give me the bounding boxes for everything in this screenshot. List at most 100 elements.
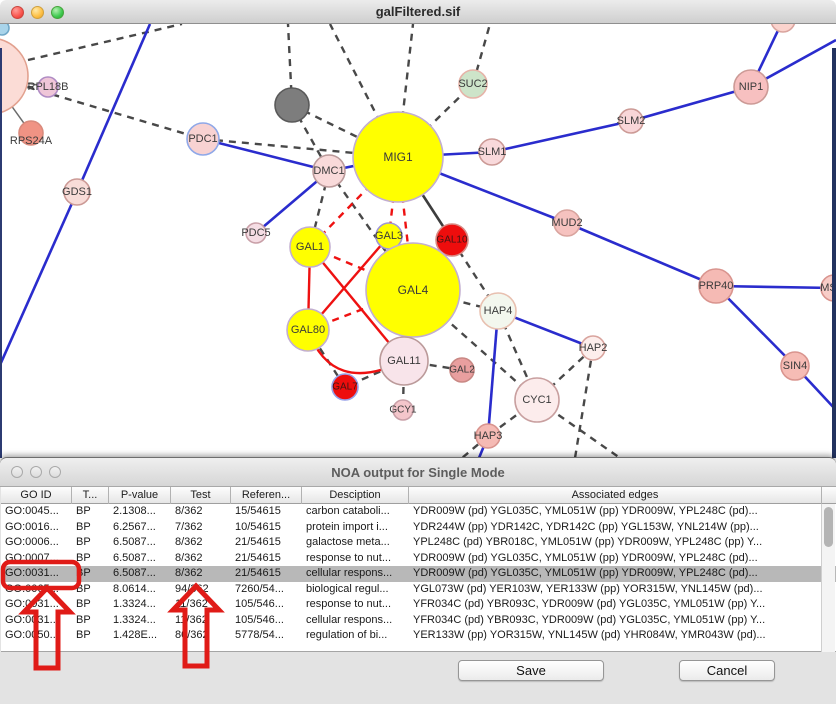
table-row[interactable]: GO:0031...BP1.3324...11/362105/546...cel… <box>1 613 836 629</box>
node-label-gal3: GAL3 <box>375 230 403 242</box>
edge-HAP2-x[interactable] <box>575 348 593 458</box>
node-label-gal4: GAL4 <box>398 283 429 297</box>
column-header-6[interactable]: Associated edges <box>409 487 822 504</box>
cell-5: cellular respons... <box>302 613 409 629</box>
noa-window-titlebar[interactable]: NOA output for Single Mode <box>0 458 836 487</box>
screen: galFiltered.sif RPL18BRPS24AGDS1PDC1MIG1… <box>0 0 836 704</box>
node-label-dmc1: DMC1 <box>313 165 344 177</box>
cell-0: GO:0065... <box>1 582 72 598</box>
cell-0: GO:0031... <box>1 613 72 629</box>
cell-5: protein import i... <box>302 520 409 536</box>
network-right-border <box>832 48 836 458</box>
cell-5: cellular respons... <box>302 566 409 582</box>
node-label-rpl18b: RPL18B <box>28 81 69 93</box>
cancel-button[interactable]: Cancel <box>679 660 775 681</box>
table-row[interactable]: GO:0016...BP6.2567...7/36210/54615protei… <box>1 520 836 536</box>
node-label-slm1: SLM1 <box>478 146 507 158</box>
network-window-title: galFiltered.sif <box>0 0 836 24</box>
column-header-4[interactable]: Referen... <box>231 487 302 504</box>
node-toppink[interactable] <box>771 24 795 32</box>
cell-3: 8/362 <box>171 504 231 520</box>
cell-5: galactose meta... <box>302 535 409 551</box>
edge-PDC1-DMC1[interactable] <box>203 139 329 171</box>
table-row[interactable]: GO:0050...BP1.428E...80/3625778/54...reg… <box>1 628 836 644</box>
save-button[interactable]: Save <box>458 660 604 681</box>
cell-4: 21/54615 <box>231 535 302 551</box>
cell-1: BP <box>72 613 109 629</box>
cell-0: GO:0006... <box>1 535 72 551</box>
noa-window-title: NOA output for Single Mode <box>0 458 836 487</box>
table-row[interactable]: GO:0045...BP2.1308...8/36215/54615carbon… <box>1 504 836 520</box>
table-row[interactable]: GO:0006...BP6.5087...8/36221/54615galact… <box>1 535 836 551</box>
cell-3: 8/362 <box>171 535 231 551</box>
cell-2: 6.2567... <box>109 520 171 536</box>
cell-4: 105/546... <box>231 613 302 629</box>
column-header-1[interactable]: T... <box>72 487 109 504</box>
node-gray[interactable] <box>275 88 309 122</box>
cell-2: 1.3324... <box>109 613 171 629</box>
cell-6: YDR009W (pd) YGL035C, YML051W (pp) YDR00… <box>409 566 822 582</box>
cell-3: 11/362 <box>171 597 231 613</box>
cell-4: 7260/54... <box>231 582 302 598</box>
table-row[interactable]: GO:0065...BP8.0614...94/3627260/54...bio… <box>1 582 836 598</box>
cell-6: YPL248C (pd) YBR018C, YML051W (pp) YDR00… <box>409 535 822 551</box>
node-label-gds1: GDS1 <box>62 186 92 198</box>
node-label-mud2: MUD2 <box>551 217 582 229</box>
cell-0: GO:0016... <box>1 520 72 536</box>
network-window-titlebar[interactable]: galFiltered.sif <box>0 0 836 24</box>
table-row[interactable]: GO:0031...BP6.5087...8/36221/54615cellul… <box>1 566 836 582</box>
column-header-2[interactable]: P-value <box>109 487 171 504</box>
node-label-rps24a: RPS24A <box>10 135 53 147</box>
cell-0: GO:0050... <box>1 628 72 644</box>
edge-SLM2-NIP1[interactable] <box>631 87 751 121</box>
cell-6: YFR034C (pd) YBR093C, YDR009W (pd) YGL03… <box>409 613 822 629</box>
column-header-3[interactable]: Test <box>171 487 231 504</box>
cell-5: response to nut... <box>302 597 409 613</box>
cell-0: GO:0031... <box>1 597 72 613</box>
network-canvas[interactable]: RPL18BRPS24AGDS1PDC1MIG1SUC2SLM1DMC1PDC5… <box>0 24 836 458</box>
cell-3: 80/362 <box>171 628 231 644</box>
node-label-hap4: HAP4 <box>484 305 513 317</box>
column-header-corner <box>822 487 836 504</box>
table-row[interactable]: GO:0031...BP1.3324...11/362105/546...res… <box>1 597 836 613</box>
column-header-5[interactable]: Desciption <box>302 487 409 504</box>
edge-GDS1-x[interactable] <box>0 192 77 365</box>
cell-2: 6.5087... <box>109 551 171 567</box>
cell-5: biological regul... <box>302 582 409 598</box>
edge-HAP4-HAP3[interactable] <box>488 311 498 436</box>
cell-4: 105/546... <box>231 597 302 613</box>
node-label-suc2: SUC2 <box>458 78 487 90</box>
cell-1: BP <box>72 535 109 551</box>
cell-2: 6.5087... <box>109 535 171 551</box>
node-label-nip1: NIP1 <box>739 81 763 93</box>
node-label-hap2: HAP2 <box>579 342 608 354</box>
table-row[interactable]: GO:0007...BP6.5087...8/36221/54615respon… <box>1 551 836 567</box>
cell-6: YDR244W (pp) YDR142C, YDR142C (pp) YGL15… <box>409 520 822 536</box>
scrollbar-thumb[interactable] <box>824 507 833 547</box>
column-header-0[interactable]: GO ID <box>1 487 72 504</box>
node-label-cyc1: CYC1 <box>522 394 551 406</box>
cell-4: 5778/54... <box>231 628 302 644</box>
vertical-scrollbar[interactable] <box>821 504 835 652</box>
cell-1: BP <box>72 582 109 598</box>
node-cornerblue[interactable] <box>0 24 9 35</box>
cell-2: 8.0614... <box>109 582 171 598</box>
node-label-pdc5: PDC5 <box>241 227 270 239</box>
cell-1: BP <box>72 520 109 536</box>
node-label-mig1: MIG1 <box>383 150 413 164</box>
node-label-gal2: GAL2 <box>449 365 475 376</box>
edge-SLM1-SLM2[interactable] <box>492 121 631 152</box>
node-label-sin4: SIN4 <box>783 360 807 372</box>
edge-x-GDS1[interactable] <box>77 24 150 192</box>
noa-window: NOA output for Single Mode GO IDT...P-va… <box>0 457 836 704</box>
node-label-slm2: SLM2 <box>617 115 646 127</box>
edge-x-x[interactable] <box>28 24 182 60</box>
cell-1: BP <box>72 504 109 520</box>
node-bigpink[interactable] <box>0 38 28 114</box>
cell-5: carbon cataboli... <box>302 504 409 520</box>
edge-MUD2-PRP40[interactable] <box>567 223 716 286</box>
network-window: galFiltered.sif RPL18BRPS24AGDS1PDC1MIG1… <box>0 0 836 458</box>
cell-1: BP <box>72 566 109 582</box>
cell-3: 94/362 <box>171 582 231 598</box>
cell-3: 11/362 <box>171 613 231 629</box>
